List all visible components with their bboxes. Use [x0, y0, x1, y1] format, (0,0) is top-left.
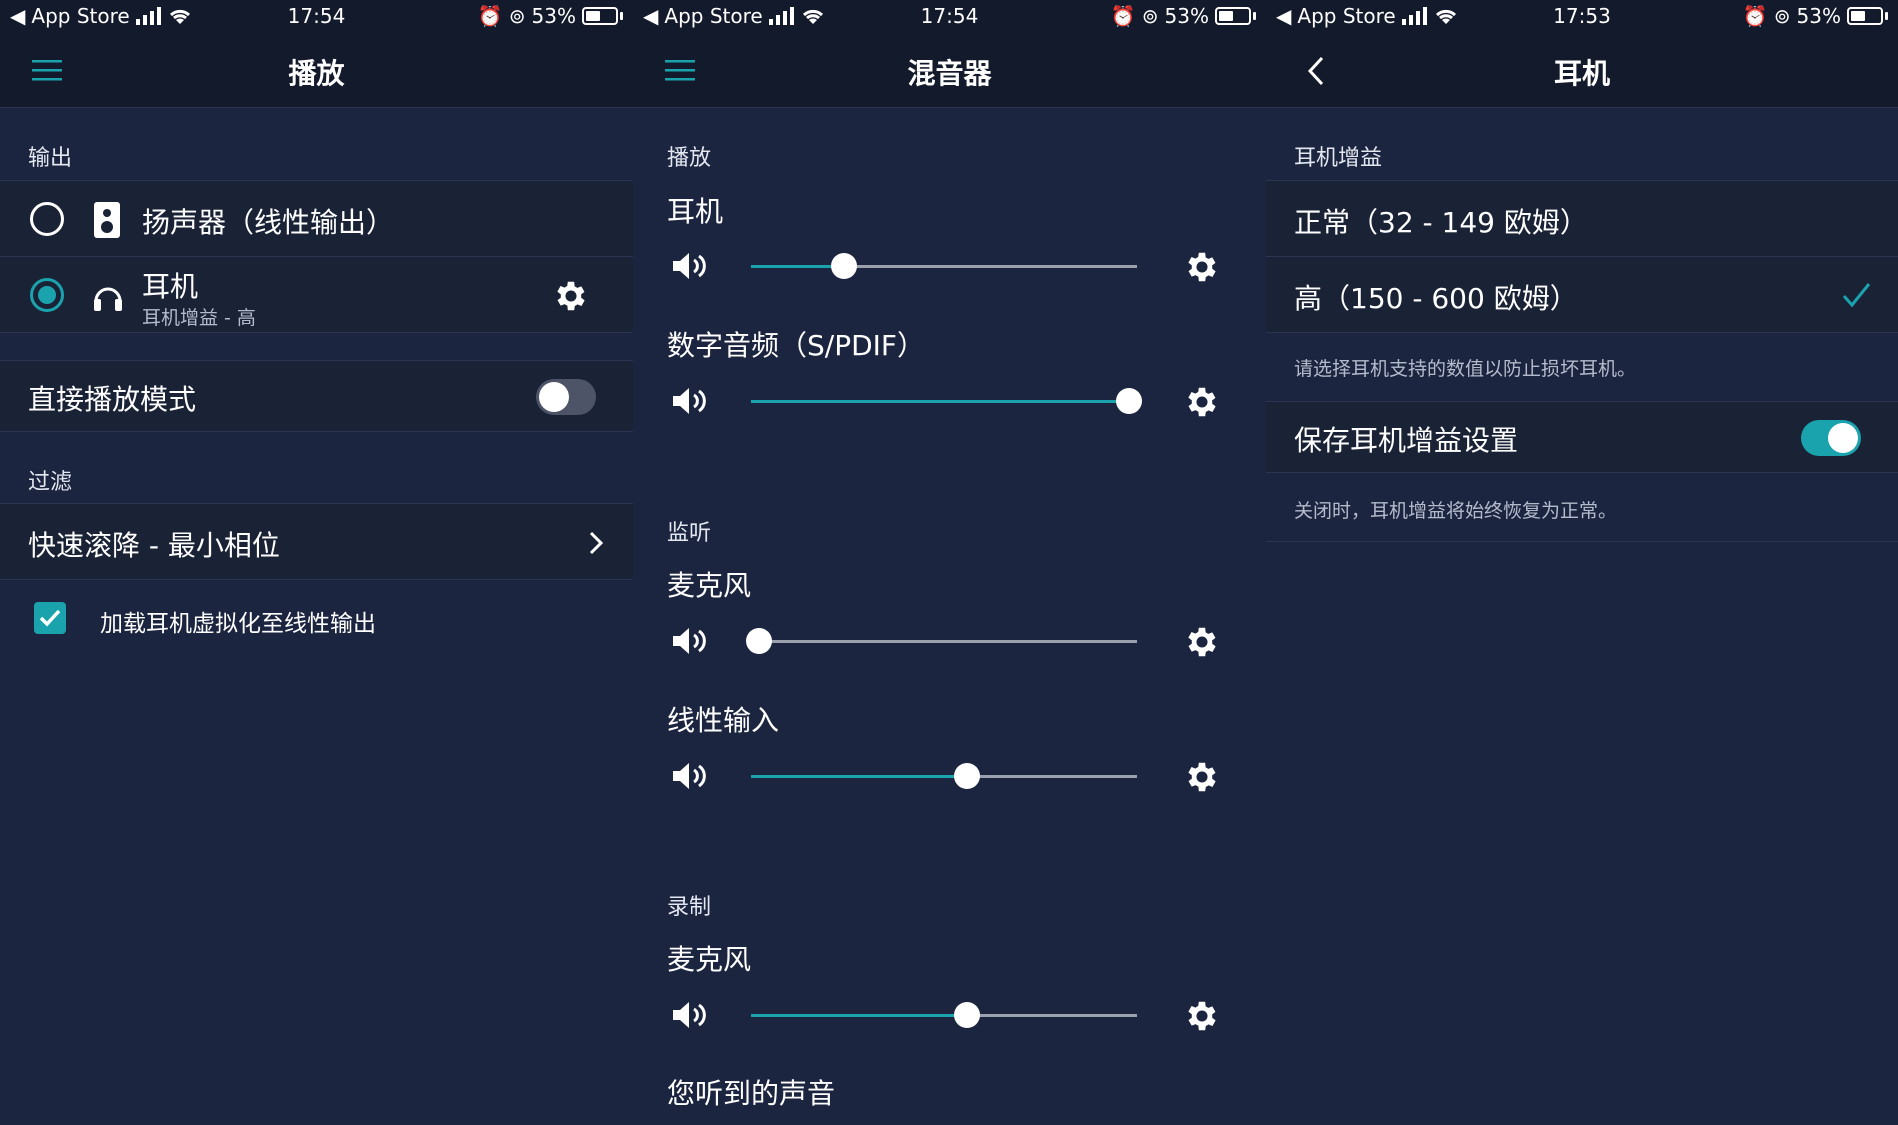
alarm-icon: ⏰ [1742, 4, 1768, 28]
gear-icon[interactable] [1183, 383, 1221, 421]
volume-slider[interactable] [751, 763, 1137, 789]
direct-mode-row: 直接播放模式 [0, 360, 633, 432]
volume-icon[interactable] [671, 385, 711, 417]
headphone-icon [94, 287, 122, 311]
slider-thumb[interactable] [830, 253, 857, 279]
channel-label: 线性输入 [667, 704, 780, 737]
divider [1266, 541, 1898, 542]
headphone-radio[interactable] [30, 278, 64, 312]
virtualization-label: 加载耳机虚拟化至线性输出 [100, 611, 376, 637]
battery-percent: 53% [531, 4, 576, 28]
alarm-icon: ⏰ [477, 4, 503, 28]
battery-icon [1215, 7, 1251, 25]
mixer-record-header: 录制 [667, 895, 712, 920]
direct-mode-toggle[interactable] [536, 379, 596, 415]
status-bar: ◀ App Store 17:54 ⏰ ⊚ 53% [633, 0, 1266, 34]
battery-icon [1847, 7, 1883, 25]
page-title: 耳机 [1553, 57, 1610, 90]
channel-label: 数字音频（S/PDIF） [667, 329, 926, 362]
page-title: 播放 [288, 57, 345, 90]
volume-icon[interactable] [671, 999, 711, 1031]
volume-slider[interactable] [751, 253, 1137, 279]
orientation-lock-icon: ⊚ [508, 4, 526, 28]
speaker-icon [94, 202, 120, 238]
chevron-right-icon [589, 531, 604, 555]
gain-normal-label: 正常（32 - 149 欧姆） [1294, 206, 1588, 239]
filter-row[interactable]: 快速滚降 - 最小相位 [0, 503, 633, 580]
battery-icon [582, 7, 618, 25]
orientation-lock-icon: ⊚ [1773, 4, 1791, 28]
what-you-hear-label: 您听到的声音 [667, 1077, 836, 1110]
mixer-screen: ◀ App Store 17:54 ⏰ ⊚ 53% 混音器 播放 耳机 数字音频… [633, 0, 1266, 1125]
volume-icon[interactable] [671, 760, 711, 792]
channel-label: 耳机 [667, 195, 724, 228]
channel-slider-row [633, 995, 1266, 1035]
gear-icon[interactable] [1183, 248, 1221, 286]
volume-icon[interactable] [671, 625, 711, 657]
output-option-headphone[interactable]: 耳机 耳机增益 - 高 [0, 256, 633, 333]
volume-slider[interactable] [751, 388, 1143, 414]
page-title: 混音器 [907, 57, 992, 90]
headphone-screen: ◀ App Store 17:53 ⏰ ⊚ 53% 耳机 耳机增益 正常（32 … [1266, 0, 1898, 1125]
slider-thumb[interactable] [954, 763, 981, 789]
gain-note: 请选择耳机支持的数值以防止损坏耳机。 [1294, 358, 1637, 380]
channel-label: 麦克风 [667, 569, 752, 602]
gear-icon[interactable] [552, 277, 590, 315]
gear-icon[interactable] [1183, 997, 1221, 1035]
volume-icon[interactable] [671, 250, 711, 282]
output-header: 输出 [28, 146, 73, 171]
speaker-label: 扬声器（线性输出） [142, 206, 395, 239]
speaker-radio[interactable] [30, 202, 64, 236]
headphone-gain-sub: 耳机增益 - 高 [142, 307, 256, 329]
nav-bar: 播放 [0, 34, 633, 108]
channel-slider-row [633, 756, 1266, 796]
orientation-lock-icon: ⊚ [1141, 4, 1159, 28]
battery-percent: 53% [1164, 4, 1209, 28]
alarm-icon: ⏰ [1110, 4, 1136, 28]
gain-high-label: 高（150 - 600 欧姆） [1294, 282, 1578, 315]
gain-header: 耳机增益 [1294, 146, 1383, 171]
nav-bar: 混音器 [633, 34, 1266, 108]
slider-thumb[interactable] [954, 1002, 981, 1028]
output-option-speaker[interactable]: 扬声器（线性输出） [0, 180, 633, 257]
mixer-playback-header: 播放 [667, 146, 712, 171]
save-gain-note: 关闭时，耳机增益将始终恢复为正常。 [1294, 500, 1618, 522]
channel-slider-row [633, 246, 1266, 286]
gear-icon[interactable] [1183, 623, 1221, 661]
gain-option-high[interactable]: 高（150 - 600 欧姆） [1266, 256, 1898, 333]
direct-mode-label: 直接播放模式 [28, 383, 197, 416]
save-gain-row: 保存耳机增益设置 [1266, 401, 1898, 473]
save-gain-label: 保存耳机增益设置 [1294, 424, 1519, 457]
slider-thumb[interactable] [1116, 388, 1143, 414]
save-gain-toggle[interactable] [1801, 420, 1861, 456]
virtualization-checkbox[interactable] [34, 602, 66, 634]
status-bar: ◀ App Store 17:53 ⏰ ⊚ 53% [1266, 0, 1898, 34]
checkmark-icon [1842, 283, 1871, 308]
channel-label: 麦克风 [667, 943, 752, 976]
mixer-monitor-header: 监听 [667, 521, 712, 546]
slider-thumb[interactable] [745, 628, 772, 654]
checkmark-icon [39, 609, 61, 627]
volume-slider[interactable] [745, 628, 1137, 654]
volume-slider[interactable] [751, 1002, 1137, 1028]
battery-percent: 53% [1796, 4, 1841, 28]
channel-slider-row [633, 621, 1266, 661]
gear-icon[interactable] [1183, 758, 1221, 796]
playback-screen: ◀ App Store 17:54 ⏰ ⊚ 53% 播放 输出 扬声器（线性输出… [0, 0, 633, 1125]
headphone-label: 耳机 [142, 270, 199, 303]
filter-header: 过滤 [28, 470, 73, 495]
filter-value: 快速滚降 - 最小相位 [28, 529, 280, 562]
gain-option-normal[interactable]: 正常（32 - 149 欧姆） [1266, 180, 1898, 257]
status-bar: ◀ App Store 17:54 ⏰ ⊚ 53% [0, 0, 633, 34]
nav-bar: 耳机 [1266, 34, 1898, 108]
channel-slider-row [633, 381, 1266, 421]
